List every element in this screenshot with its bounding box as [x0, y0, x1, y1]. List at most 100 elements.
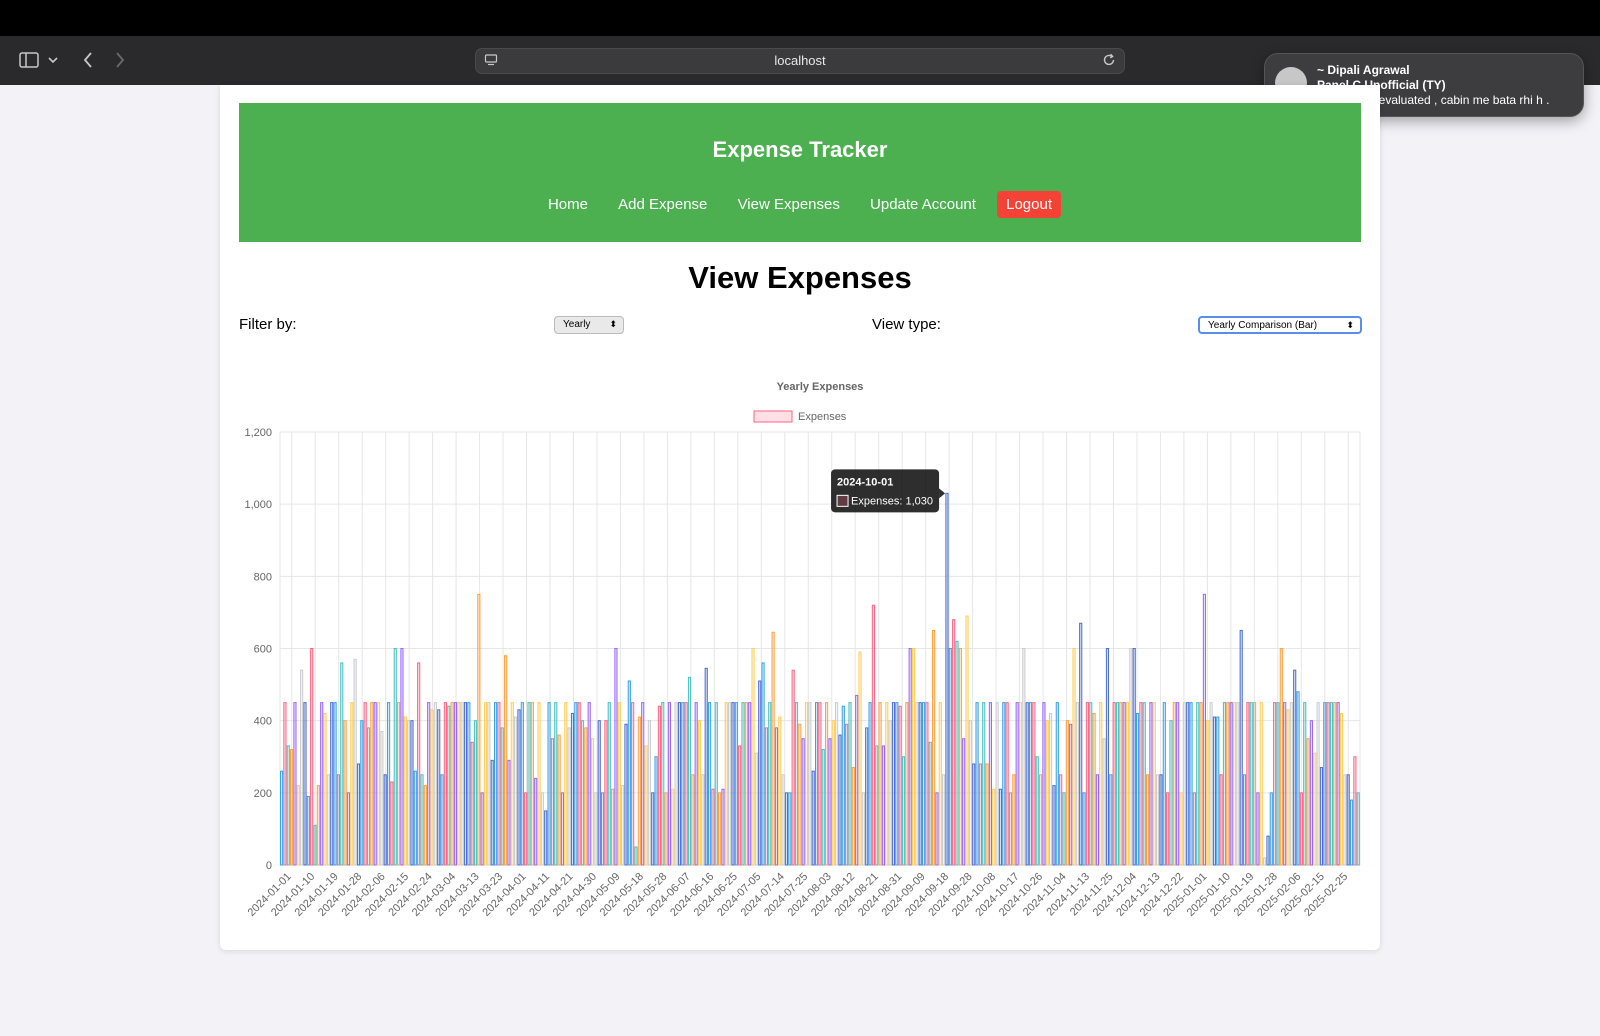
bar: [1296, 691, 1300, 866]
bar: [303, 702, 307, 866]
bar: [734, 702, 738, 866]
sidebar-toggle-icon[interactable]: [16, 44, 42, 76]
bar: [804, 702, 809, 866]
bar: [1179, 792, 1183, 866]
bar: [1002, 702, 1006, 866]
bar: [1309, 720, 1313, 866]
bar: [942, 774, 946, 866]
bar: [691, 774, 695, 866]
nav-home[interactable]: Home: [539, 191, 597, 218]
bar: [667, 702, 672, 866]
bar: [918, 702, 922, 866]
bar: [771, 631, 775, 866]
bar: [1333, 702, 1337, 866]
bar: [1156, 774, 1160, 866]
bar: [1303, 702, 1307, 866]
bar: [1329, 702, 1334, 866]
bar: [915, 702, 919, 866]
bar: [1249, 702, 1253, 866]
bar: [845, 723, 849, 866]
bar: [1326, 702, 1330, 866]
address-bar[interactable]: localhost: [475, 48, 1125, 74]
bar: [534, 777, 538, 866]
bar: [1263, 857, 1267, 866]
bar: [794, 702, 799, 866]
bar: [493, 702, 498, 866]
bar: [1293, 669, 1297, 866]
reload-icon[interactable]: [1102, 53, 1116, 72]
bar: [714, 702, 718, 866]
bar: [1062, 792, 1066, 866]
bar: [1336, 702, 1340, 866]
expenses-bar-chart[interactable]: Yearly Expenses Expenses 0 200 400 600 800 1,00…: [220, 370, 1380, 940]
bar: [1039, 774, 1043, 866]
bar: [928, 741, 932, 866]
bar: [617, 702, 621, 866]
back-icon[interactable]: [78, 44, 98, 76]
bar: [995, 702, 999, 866]
legend-label: Expenses: [798, 411, 847, 423]
bar: [520, 702, 524, 866]
bar: [1166, 792, 1170, 866]
bar: [972, 763, 976, 866]
nav-update-account[interactable]: Update Account: [861, 191, 985, 218]
nav-add-expense[interactable]: Add Expense: [609, 191, 716, 218]
bar: [878, 702, 882, 866]
forward-icon[interactable]: [110, 44, 130, 76]
bar: [801, 738, 805, 866]
bar: [423, 785, 427, 866]
bar: [835, 702, 839, 866]
bar: [634, 846, 638, 866]
bar: [1319, 767, 1324, 866]
nav-view-expenses[interactable]: View Expenses: [729, 191, 849, 218]
chevron-down-icon[interactable]: [46, 44, 60, 76]
bar: [1125, 702, 1130, 866]
bar: [1343, 774, 1347, 866]
bar: [784, 792, 789, 866]
bar: [871, 604, 875, 866]
bar: [1242, 774, 1247, 866]
bar: [754, 752, 758, 866]
bar: [580, 720, 585, 866]
legend-swatch: [753, 410, 793, 423]
bar: [895, 702, 899, 866]
view-type-select[interactable]: Yearly Comparison (Bar) ⬍: [1198, 316, 1362, 334]
bar: [808, 702, 812, 866]
bar: [1065, 720, 1069, 866]
bar: [564, 702, 568, 866]
bar: [333, 702, 337, 866]
bar: [554, 702, 558, 866]
bar: [654, 756, 658, 866]
bar: [584, 727, 588, 866]
bar: [537, 702, 541, 866]
bar: [567, 727, 571, 866]
bar: [380, 730, 384, 866]
filter-select[interactable]: Yearly ⬍: [554, 316, 624, 334]
bar: [1162, 702, 1166, 866]
bar: [323, 712, 327, 866]
bar: [1149, 702, 1153, 866]
bar: [407, 720, 411, 866]
bar: [283, 702, 287, 866]
bar: [514, 716, 518, 866]
bar: [300, 669, 304, 866]
bar: [1209, 702, 1213, 866]
bar: [684, 702, 688, 866]
logout-button[interactable]: Logout: [997, 191, 1062, 218]
bar: [286, 745, 290, 866]
bar: [674, 702, 678, 866]
bar: [952, 619, 956, 866]
bar: [480, 792, 484, 866]
url-text: localhost: [774, 53, 826, 68]
bar: [778, 716, 782, 866]
bar: [1216, 716, 1220, 866]
bar: [1206, 720, 1210, 866]
bar: [751, 648, 755, 866]
bar: [998, 788, 1003, 866]
bar: [901, 756, 906, 866]
y-tick-label: 1,000: [244, 499, 272, 511]
chart-title: Yearly Expenses: [777, 381, 864, 393]
bar: [1283, 702, 1287, 866]
bar: [280, 770, 284, 866]
bar: [1192, 792, 1196, 866]
